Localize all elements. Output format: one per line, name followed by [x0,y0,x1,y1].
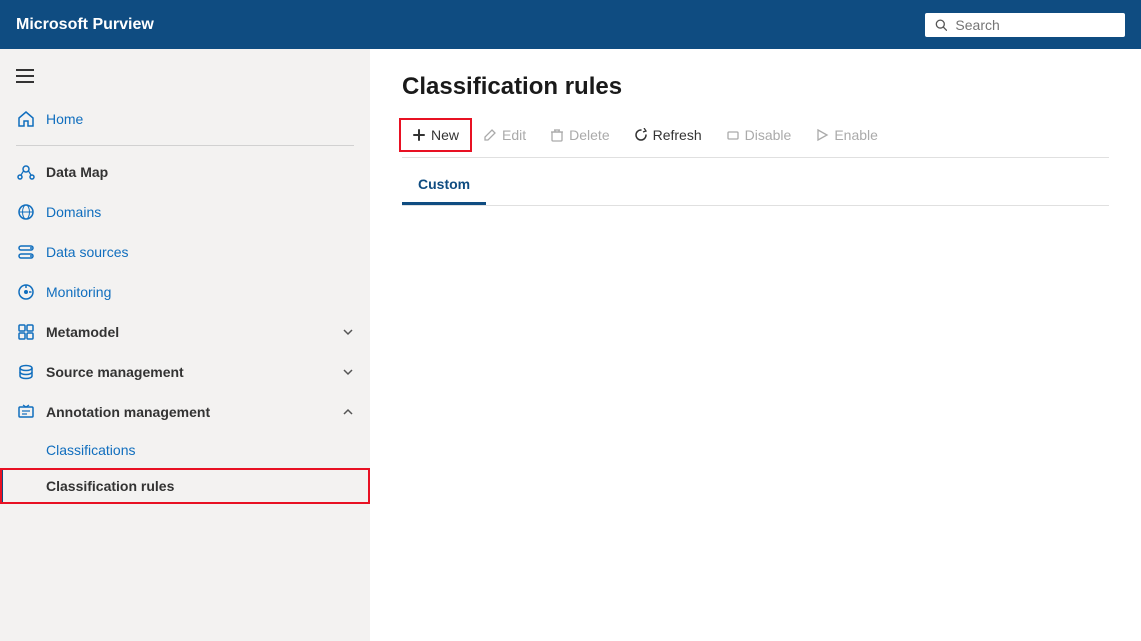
monitoring-icon [16,282,36,302]
sidebar-item-data-map[interactable]: Data Map [0,152,370,192]
sidebar-item-metamodel[interactable]: Metamodel [0,312,370,352]
sidebar-item-source-management[interactable]: Source management [0,352,370,392]
sidebar-sub-item-classifications-label: Classifications [46,442,135,458]
refresh-button[interactable]: Refresh [624,121,712,149]
plus-icon [412,128,426,142]
tab-custom[interactable]: Custom [402,166,486,205]
home-icon [16,109,36,129]
hamburger-button[interactable] [0,61,370,91]
chevron-up-icon [342,406,354,418]
search-box[interactable] [925,13,1125,37]
new-button[interactable]: New [402,121,469,149]
sidebar-item-domains-label: Domains [46,204,101,220]
new-button-label: New [431,127,459,143]
sidebar-item-domains[interactable]: Domains [0,192,370,232]
refresh-button-label: Refresh [653,127,702,143]
chevron-down-icon [342,326,354,338]
disable-button[interactable]: Disable [716,121,802,149]
tab-custom-label: Custom [418,176,470,192]
main-layout: Home Data Map [0,49,1141,641]
content-inner: Classification rules New Edit [370,49,1141,641]
search-input[interactable] [955,17,1115,33]
sidebar-sub-item-classification-rules[interactable]: Classification rules [0,468,370,504]
refresh-icon [634,128,648,142]
delete-button[interactable]: Delete [540,121,619,149]
metamodel-icon [16,322,36,342]
annotation-icon [16,402,36,422]
app-title: Microsoft Purview [16,16,154,34]
sidebar-item-home-label: Home [46,111,83,127]
sidebar-item-metamodel-label: Metamodel [46,324,332,340]
source-mgmt-icon [16,362,36,382]
enable-icon [815,128,829,142]
page-title: Classification rules [402,73,1109,101]
chevron-down-icon-2 [342,366,354,378]
delete-icon [550,128,564,142]
disable-button-label: Disable [745,127,792,143]
sidebar-item-data-sources[interactable]: Data sources [0,232,370,272]
sidebar-item-source-management-label: Source management [46,364,332,380]
sidebar-item-annotation-management[interactable]: Annotation management [0,392,370,432]
sidebar-item-home[interactable]: Home [0,99,370,139]
edit-icon [483,128,497,142]
delete-button-label: Delete [569,127,609,143]
data-sources-icon [16,242,36,262]
sidebar-sub-item-classifications[interactable]: Classifications [0,432,370,468]
content-area: Classification rules New Edit [370,49,1141,641]
sidebar-sub-item-classification-rules-label: Classification rules [46,478,174,494]
edit-button-label: Edit [502,127,526,143]
edit-button[interactable]: Edit [473,121,536,149]
sidebar-item-monitoring-label: Monitoring [46,284,111,300]
search-icon [935,18,947,32]
nav-divider [16,145,354,146]
domains-icon [16,202,36,222]
toolbar: New Edit Delete [402,121,1109,158]
sidebar-item-monitoring[interactable]: Monitoring [0,272,370,312]
sidebar-item-data-map-label: Data Map [46,164,354,180]
disable-icon [726,128,740,142]
tabs-bar: Custom [402,166,1109,206]
enable-button-label: Enable [834,127,878,143]
sidebar: Home Data Map [0,49,370,641]
sidebar-item-data-sources-label: Data sources [46,244,128,260]
enable-button[interactable]: Enable [805,121,888,149]
data-map-icon [16,162,36,182]
app-header: Microsoft Purview [0,0,1141,49]
hamburger-icon [16,69,34,83]
sidebar-item-annotation-management-label: Annotation management [46,404,332,420]
